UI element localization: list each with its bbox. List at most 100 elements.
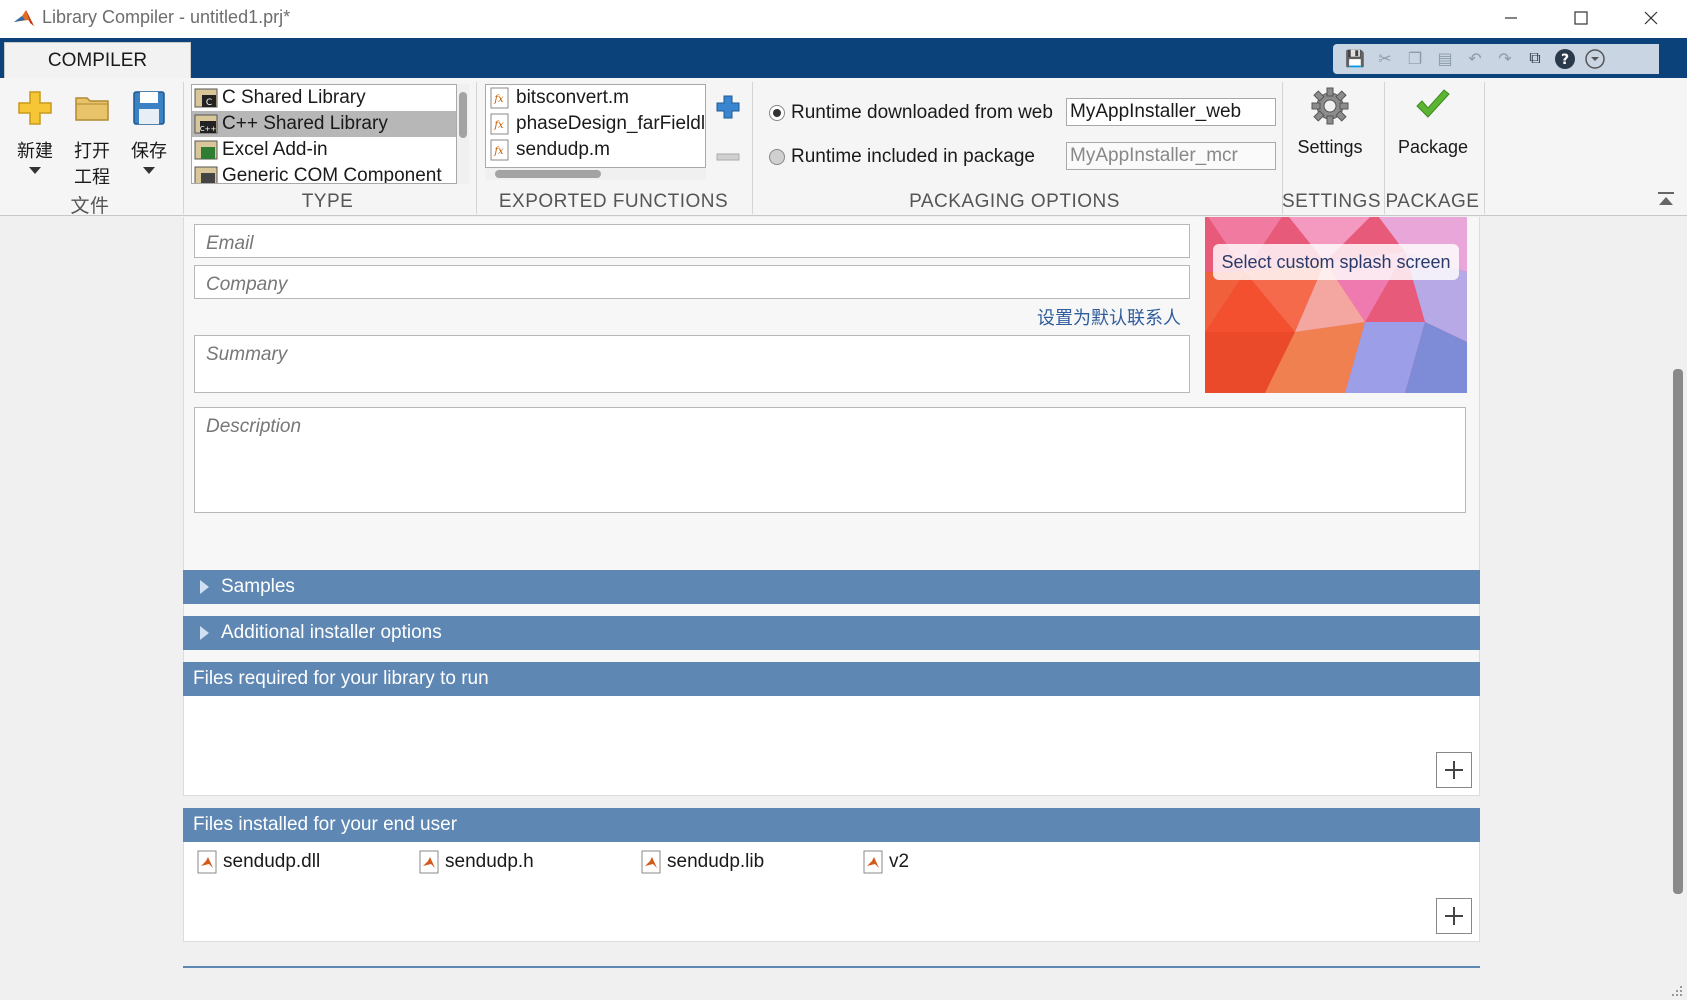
- title-bar: Library Compiler - untitled1.prj*: [0, 0, 1687, 38]
- settings-label: Settings: [1297, 137, 1363, 157]
- chevron-down-icon: [143, 167, 155, 174]
- divider: [1484, 82, 1485, 214]
- undo-icon[interactable]: ↶: [1463, 47, 1487, 71]
- minus-icon: [716, 153, 740, 161]
- type-item-excel-addin[interactable]: Excel Add-in: [192, 137, 456, 163]
- exported-functions-list[interactable]: fx bitsconvert.m fx phaseDesign_farField…: [485, 84, 706, 168]
- installed-file-name: sendudp.h: [445, 851, 534, 872]
- copy-icon[interactable]: ❐: [1403, 47, 1427, 71]
- group-label-exported-functions: EXPORTED FUNCTIONS: [498, 191, 729, 212]
- main-vertical-scrollbar[interactable]: [1667, 217, 1687, 1000]
- redo-icon[interactable]: ↷: [1493, 47, 1517, 71]
- close-icon: [1644, 11, 1658, 25]
- runtime-package-label: Runtime included in package: [791, 146, 1035, 167]
- exported-function-item[interactable]: fx phaseDesign_farFieldl: [486, 111, 705, 137]
- group-label-package: PACKAGE: [1385, 191, 1480, 212]
- add-installed-file-button[interactable]: [1436, 898, 1472, 934]
- scrollbar-thumb[interactable]: [495, 170, 601, 178]
- matlab-file-icon: [197, 850, 217, 874]
- package-label: Package: [1397, 137, 1469, 157]
- radio-package[interactable]: [769, 149, 785, 165]
- settings-button[interactable]: Settings: [1286, 86, 1374, 158]
- open-label-line2: 工程: [74, 167, 110, 187]
- resize-grip-icon[interactable]: [1668, 982, 1684, 998]
- function-file-icon: fx: [490, 139, 509, 161]
- exported-function-name: phaseDesign_farFieldl: [516, 113, 706, 134]
- new-button[interactable]: 新建: [10, 88, 60, 174]
- plus-icon: [1445, 761, 1463, 779]
- installed-file-name: sendudp.lib: [667, 851, 765, 872]
- collapse-ribbon-icon[interactable]: [1656, 190, 1676, 210]
- scrollbar-thumb[interactable]: [1673, 369, 1683, 894]
- ribbon: 新建 打开 工程 保存 文件 C C Shared Library C++ C+…: [0, 78, 1687, 217]
- installer-mcr-name-input[interactable]: MyAppInstaller_mcr: [1066, 142, 1276, 170]
- email-field[interactable]: Email: [194, 224, 1190, 258]
- files-required-list: [183, 696, 1480, 796]
- type-item-label: C++ Shared Library: [222, 113, 388, 134]
- exported-function-name: sendudp.m: [516, 139, 611, 160]
- com-component-icon: [194, 166, 218, 183]
- svg-text:fx: fx: [493, 146, 504, 157]
- runtime-web-option[interactable]: Runtime downloaded from web: [769, 102, 1053, 124]
- exported-function-name: bitsconvert.m: [516, 87, 629, 108]
- installed-file-name: v2: [889, 851, 910, 872]
- installed-file-item[interactable]: sendudp.h: [419, 850, 534, 874]
- type-item-label: Generic COM Component: [222, 165, 442, 184]
- files-installed-list: sendudp.dll sendudp.h sendudp.lib v2: [183, 842, 1480, 942]
- expand-arrow-icon: [200, 626, 209, 640]
- group-label-file: 文件: [70, 196, 110, 217]
- save-label: 保存: [131, 141, 167, 161]
- function-file-icon: fx: [490, 87, 509, 109]
- svg-text:C: C: [206, 98, 212, 108]
- additional-installer-options-header[interactable]: Additional installer options: [183, 616, 1480, 650]
- files-required-title: Files required for your library to run: [193, 668, 489, 689]
- exported-function-item[interactable]: fx sendudp.m: [486, 137, 705, 163]
- type-item-com[interactable]: Generic COM Component: [192, 163, 456, 184]
- help-icon[interactable]: ?: [1553, 47, 1577, 71]
- exported-list-hscrollbar[interactable]: [485, 168, 706, 180]
- description-field[interactable]: Description: [194, 407, 1466, 513]
- type-item-cpp-shared[interactable]: C++ C++ Shared Library: [192, 111, 456, 137]
- radio-web[interactable]: [769, 105, 785, 121]
- files-installed-title: Files installed for your end user: [193, 814, 458, 835]
- dropdown-arrow-icon[interactable]: [1583, 47, 1607, 71]
- open-project-button[interactable]: 打开 工程: [67, 88, 117, 189]
- svg-text:fx: fx: [493, 94, 504, 105]
- switch-windows-icon[interactable]: ⧉: [1523, 47, 1547, 71]
- type-list-scrollbar[interactable]: [457, 84, 469, 184]
- chevron-down-icon: [29, 167, 41, 174]
- minimize-button[interactable]: [1476, 0, 1546, 36]
- svg-text:?: ?: [1561, 52, 1569, 68]
- installed-file-item[interactable]: sendudp.dll: [197, 850, 320, 874]
- company-field[interactable]: Company: [194, 265, 1190, 299]
- package-button[interactable]: Package: [1388, 86, 1478, 158]
- remove-function-button[interactable]: [716, 150, 740, 162]
- save-button[interactable]: 保存: [124, 88, 174, 174]
- type-list[interactable]: C C Shared Library C++ C++ Shared Librar…: [191, 84, 457, 184]
- save-floppy-icon: [133, 91, 165, 125]
- add-required-file-button[interactable]: [1436, 752, 1472, 788]
- add-function-button[interactable]: [715, 94, 741, 120]
- function-file-icon: fx: [490, 113, 509, 135]
- maximize-button[interactable]: [1546, 0, 1616, 36]
- installed-file-item[interactable]: sendudp.lib: [641, 850, 764, 874]
- close-button[interactable]: [1616, 0, 1686, 36]
- quick-access-toolbar: 💾 ✂ ❐ ▤ ↶ ↷ ⧉ ?: [1333, 44, 1659, 74]
- installed-file-item[interactable]: v2: [863, 850, 909, 874]
- tab-compiler[interactable]: COMPILER: [4, 42, 191, 78]
- type-item-c-shared[interactable]: C C Shared Library: [192, 85, 456, 111]
- checkmark-icon: [1416, 89, 1450, 118]
- installer-web-name-input[interactable]: MyAppInstaller_web: [1066, 98, 1276, 126]
- splash-screen-image[interactable]: Select custom splash screen: [1205, 217, 1467, 393]
- select-splash-screen-button[interactable]: Select custom splash screen: [1213, 244, 1459, 280]
- scrollbar-thumb[interactable]: [459, 92, 467, 138]
- exported-function-item[interactable]: fx bitsconvert.m: [486, 85, 705, 111]
- set-default-contact-link[interactable]: 设置为默认联系人: [1037, 304, 1181, 330]
- paste-icon[interactable]: ▤: [1433, 47, 1457, 71]
- save-icon[interactable]: 💾: [1343, 47, 1367, 71]
- samples-section-header[interactable]: Samples: [183, 570, 1480, 604]
- matlab-file-icon: [863, 850, 883, 874]
- summary-field[interactable]: Summary: [194, 335, 1190, 393]
- runtime-package-option[interactable]: Runtime included in package: [769, 146, 1035, 168]
- cut-icon[interactable]: ✂: [1373, 47, 1397, 71]
